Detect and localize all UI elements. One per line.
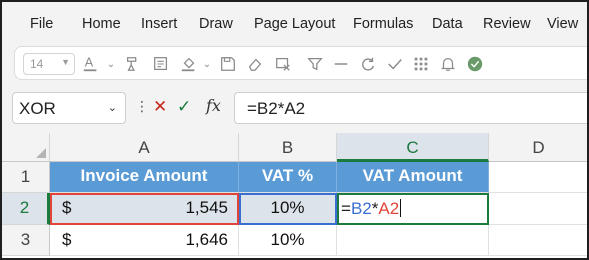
- format-icon[interactable]: [151, 54, 171, 74]
- cell-c2-editing[interactable]: =B2*A2: [337, 193, 489, 225]
- tab-draw[interactable]: Draw: [199, 16, 233, 32]
- cancel-icon[interactable]: ✕: [153, 97, 167, 117]
- cell-d1[interactable]: [489, 162, 587, 193]
- column-header-b[interactable]: B: [239, 133, 337, 162]
- tab-view[interactable]: View: [547, 16, 578, 32]
- cell-a3[interactable]: $ 1,646: [50, 225, 239, 256]
- cell-d2[interactable]: [489, 193, 587, 225]
- excel-window: File Home Insert Draw Page Layout Formul…: [0, 0, 589, 260]
- cell-a2[interactable]: $ 1,545: [50, 193, 239, 225]
- formula-ref-a2: A2: [378, 199, 400, 218]
- column-header-a[interactable]: A: [50, 133, 239, 162]
- formula-input[interactable]: =B2*A2: [234, 92, 587, 124]
- tab-home[interactable]: Home: [82, 16, 121, 32]
- filter-icon[interactable]: [305, 54, 325, 74]
- bell-icon[interactable]: [438, 54, 458, 74]
- more-options-icon[interactable]: ⋮: [135, 98, 149, 115]
- font-size-select[interactable]: 14 ▼: [23, 53, 75, 75]
- currency-symbol: $: [62, 198, 72, 217]
- cell-d3[interactable]: [489, 225, 587, 256]
- formula-text: =B2*A2: [247, 99, 306, 118]
- currency-symbol: $: [62, 230, 72, 249]
- chevron-down-icon[interactable]: ⌄: [201, 54, 213, 74]
- clear-formats-icon[interactable]: [273, 54, 293, 74]
- chevron-down-icon[interactable]: ⌄: [108, 101, 117, 114]
- select-all-button[interactable]: [2, 133, 50, 162]
- row-header-2[interactable]: 2: [2, 193, 50, 225]
- formula-ref-b2: B2: [350, 199, 372, 218]
- tab-formulas[interactable]: Formulas: [353, 16, 413, 32]
- name-box[interactable]: XOR ⌄: [12, 92, 126, 124]
- cell-c1[interactable]: VAT Amount: [337, 162, 489, 193]
- tab-data[interactable]: Data: [432, 16, 463, 32]
- tab-page-layout[interactable]: Page Layout: [254, 16, 335, 32]
- tab-insert[interactable]: Insert: [141, 16, 177, 32]
- cell-b2[interactable]: 10%: [239, 193, 337, 225]
- formula-equals: =: [341, 199, 351, 218]
- save-as-icon[interactable]: [218, 54, 238, 74]
- cell-value: 10%: [270, 230, 305, 249]
- checkmark-icon[interactable]: [385, 54, 405, 74]
- name-box-value: XOR: [19, 99, 56, 118]
- font-color-icon[interactable]: A: [81, 54, 101, 74]
- tab-file[interactable]: File: [30, 16, 53, 32]
- cell-a1[interactable]: Invoice Amount: [50, 162, 239, 193]
- check-circle-icon[interactable]: [465, 54, 485, 74]
- font-size-value: 14: [30, 57, 44, 71]
- insert-function-icon[interactable]: fx: [206, 96, 221, 115]
- text-cursor: [400, 199, 402, 217]
- cell-formula: =B2*A2: [341, 199, 402, 219]
- chevron-down-icon: ▼: [61, 57, 70, 67]
- ribbon-tabs: File Home Insert Draw Page Layout Formul…: [2, 2, 587, 42]
- cell-value: 1,646: [185, 230, 228, 249]
- worksheet-grid: A B C D 1 2 3 Invoice Amount VAT % VAT A…: [2, 133, 587, 258]
- tab-review[interactable]: Review: [483, 16, 531, 32]
- grid-icon[interactable]: [411, 54, 431, 74]
- cell-c3[interactable]: [337, 225, 489, 256]
- column-header-d[interactable]: D: [489, 133, 587, 162]
- minus-icon[interactable]: [331, 54, 351, 74]
- fill-color-icon[interactable]: [179, 54, 199, 74]
- row-header-1[interactable]: 1: [2, 162, 50, 193]
- eraser-icon[interactable]: [245, 54, 265, 74]
- format-painter-icon[interactable]: [123, 54, 143, 74]
- svg-text:A: A: [85, 56, 94, 70]
- refresh-icon[interactable]: [358, 54, 378, 74]
- cell-b1[interactable]: VAT %: [239, 162, 337, 193]
- cell-b3[interactable]: 10%: [239, 225, 337, 256]
- quick-toolbar: 14 ▼ A ⌄ ⌄: [14, 46, 587, 80]
- enter-icon[interactable]: ✓: [177, 97, 191, 117]
- cell-value: 1,545: [185, 198, 228, 217]
- column-header-c[interactable]: C: [337, 133, 489, 162]
- chevron-down-icon[interactable]: ⌄: [105, 54, 117, 74]
- cell-value: 10%: [270, 198, 305, 217]
- row-header-3[interactable]: 3: [2, 225, 50, 256]
